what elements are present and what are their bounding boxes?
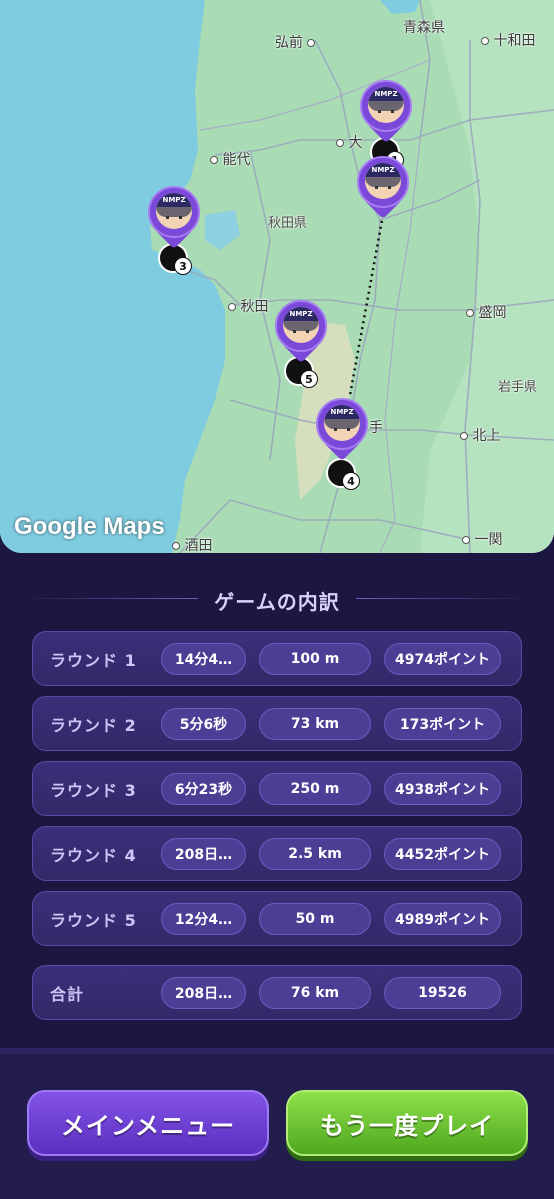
guess-number: 4	[342, 472, 360, 490]
place-odate: 大	[336, 132, 362, 152]
avatar-icon: NMPZ	[368, 87, 404, 123]
total-score: 19526	[384, 976, 501, 1009]
total-label: 合計	[50, 984, 85, 1004]
round-distance: 2.5 km	[259, 837, 371, 870]
city-dot-icon	[172, 542, 180, 550]
title-divider-left	[20, 598, 198, 599]
round-label: ラウンド 2	[50, 715, 137, 735]
city-dot-icon	[336, 139, 344, 147]
place-akita: 秋田	[228, 296, 268, 316]
city-dot-icon	[228, 303, 236, 311]
round-score: 4938ポイント	[384, 772, 501, 805]
total-row: 合計 208日… 76 km 19526	[32, 965, 522, 1020]
round-score: 4452ポイント	[384, 837, 501, 870]
place-towada: 十和田	[481, 30, 535, 50]
round-label: ラウンド 4	[50, 845, 137, 865]
location-pin-round-1[interactable]: NMPZ	[360, 80, 412, 148]
round-distance: 100 m	[259, 642, 371, 675]
round-time: 208日…	[161, 837, 246, 870]
title-divider-right	[356, 598, 534, 599]
place-aomori: 青森県	[403, 20, 445, 36]
map-terrain	[0, 0, 554, 553]
guess-number: 5	[300, 370, 318, 388]
place-akita-pref: 秋田県	[268, 216, 308, 231]
round-time: 5分6秒	[161, 707, 246, 740]
location-pin-round-3[interactable]: NMPZ	[148, 186, 200, 254]
place-ichinoseki: 一関	[462, 529, 502, 549]
result-map[interactable]: 青森県 弘前 十和田 大 能代 秋田県 秋田 盛岡 岩手県 北上 手 酒田 一関…	[0, 0, 554, 553]
round-label: ラウンド 1	[50, 650, 137, 670]
footer-bar: メインメニュー もう一度プレイ	[0, 1054, 554, 1199]
main-menu-button[interactable]: メインメニュー	[27, 1090, 269, 1156]
round-row-4: ラウンド 4 208日… 2.5 km 4452ポイント	[32, 826, 522, 881]
place-iwate-pref: 岩手県	[498, 380, 538, 395]
place-kitakami: 北上	[460, 425, 500, 445]
city-dot-icon	[466, 309, 474, 317]
total-distance: 76 km	[259, 976, 371, 1009]
round-score: 4989ポイント	[384, 902, 501, 935]
breakdown-title: ゲームの内訳	[0, 586, 554, 615]
round-time: 12分4…	[161, 902, 246, 935]
place-morioka: 盛岡	[466, 302, 506, 322]
avatar-icon: NMPZ	[156, 193, 192, 229]
round-row-1: ラウンド 1 14分4… 100 m 4974ポイント	[32, 631, 522, 686]
place-noshiro: 能代	[210, 149, 250, 169]
location-pin-round-2[interactable]: NMPZ	[357, 156, 409, 224]
round-score: 4974ポイント	[384, 642, 501, 675]
avatar-icon: NMPZ	[283, 307, 319, 343]
city-dot-icon	[481, 37, 489, 45]
round-distance: 50 m	[259, 902, 371, 935]
play-again-button[interactable]: もう一度プレイ	[286, 1090, 528, 1156]
round-distance: 73 km	[259, 707, 371, 740]
round-row-2: ラウンド 2 5分6秒 73 km 173ポイント	[32, 696, 522, 751]
place-sakata: 酒田	[172, 535, 212, 553]
round-distance: 250 m	[259, 772, 371, 805]
city-dot-icon	[460, 432, 468, 440]
game-breakdown-panel: ゲームの内訳 ラウンド 1 14分4… 100 m 4974ポイント ラウンド …	[0, 553, 554, 1199]
round-time: 14分4…	[161, 642, 246, 675]
location-pin-round-4[interactable]: NMPZ	[316, 398, 368, 466]
city-dot-icon	[307, 39, 316, 47]
round-score: 173ポイント	[384, 707, 501, 740]
avatar-icon: NMPZ	[324, 405, 360, 441]
total-time: 208日…	[161, 976, 246, 1009]
location-pin-round-5[interactable]: NMPZ	[275, 300, 327, 368]
round-time: 6分23秒	[161, 772, 246, 805]
place-yokote: 手	[369, 420, 383, 436]
city-dot-icon	[462, 536, 470, 544]
round-row-5: ラウンド 5 12分4… 50 m 4989ポイント	[32, 891, 522, 946]
round-label: ラウンド 5	[50, 910, 137, 930]
round-row-3: ラウンド 3 6分23秒 250 m 4938ポイント	[32, 761, 522, 816]
guess-number: 3	[174, 257, 192, 275]
google-maps-logo: Google Maps	[14, 513, 165, 540]
place-hirosaki: 弘前	[275, 32, 316, 52]
city-dot-icon	[210, 156, 218, 164]
avatar-icon: NMPZ	[365, 163, 401, 199]
round-label: ラウンド 3	[50, 780, 137, 800]
